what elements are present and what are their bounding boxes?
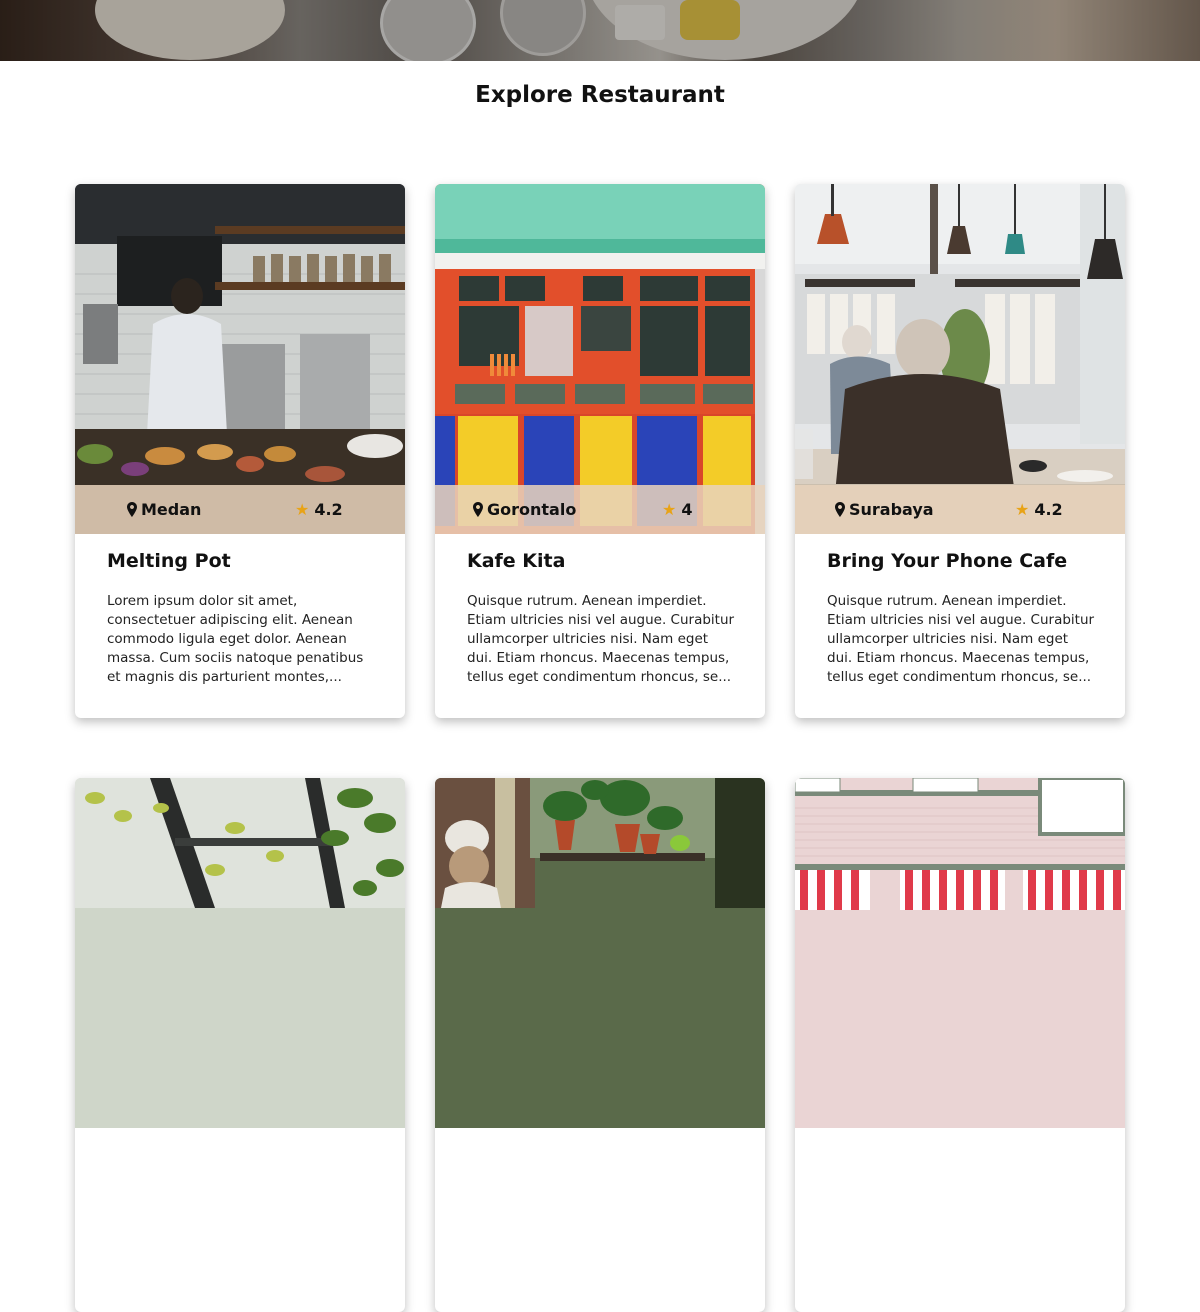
restaurant-city: Surabaya: [849, 500, 934, 519]
map-pin-icon: [835, 502, 845, 517]
restaurant-image[interactable]: [435, 778, 765, 1128]
restaurant-meta-bar: Surabaya ★ 4.2: [795, 485, 1125, 534]
restaurant-city: Medan: [141, 500, 202, 519]
restaurant-image[interactable]: [795, 778, 1125, 1128]
restaurant-location: Medan: [127, 500, 201, 519]
star-icon: ★: [1015, 500, 1030, 519]
restaurant-name[interactable]: Melting Pot: [107, 550, 231, 572]
rating-value: 4.2: [314, 500, 343, 519]
restaurant-name[interactable]: Kafe Kita: [467, 550, 565, 572]
rating-value: 4.2: [1034, 500, 1063, 519]
restaurant-meta-bar: Gorontalo ★ 4: [435, 485, 765, 534]
restaurant-card[interactable]: Surabaya ★ 4.2 Bring Your Phone Cafe Quis…: [795, 184, 1125, 718]
restaurant-image[interactable]: [435, 184, 765, 534]
restaurant-image[interactable]: [795, 184, 1125, 534]
restaurant-description: Lorem ipsum dolor sit amet, consectetuer…: [107, 593, 364, 685]
restaurant-card[interactable]: [435, 778, 765, 1312]
restaurant-city: Gorontalo: [487, 500, 577, 519]
map-pin-icon: [473, 502, 483, 517]
star-icon: ★: [662, 500, 677, 519]
rating-value: 4: [681, 500, 693, 519]
page-title: Explore Restaurant: [475, 82, 725, 108]
restaurant-image[interactable]: [75, 778, 405, 1128]
restaurant-location: Surabaya: [835, 500, 934, 519]
restaurant-description: Quisque rutrum. Aenean imperdiet. Etiam …: [467, 593, 735, 685]
hero-banner-image: [0, 0, 1200, 61]
restaurant-card[interactable]: [795, 778, 1125, 1312]
restaurant-name[interactable]: Bring Your Phone Cafe: [827, 550, 1067, 572]
restaurant-card[interactable]: Medan ★ 4.2 Melting Pot Lorem ipsum dolor…: [75, 184, 405, 718]
restaurant-card[interactable]: [75, 778, 405, 1312]
restaurant-rating: ★ 4.2: [295, 500, 343, 519]
restaurant-meta-bar: Medan ★ 4.2: [75, 485, 405, 534]
restaurant-description: Quisque rutrum. Aenean imperdiet. Etiam …: [827, 593, 1095, 685]
map-pin-icon: [127, 502, 137, 517]
star-icon: ★: [295, 500, 310, 519]
restaurant-card[interactable]: Gorontalo ★ 4 Kafe Kita Quisque rutrum. A…: [435, 184, 765, 718]
restaurant-location: Gorontalo: [473, 500, 576, 519]
restaurant-rating: ★ 4: [662, 500, 692, 519]
restaurant-rating: ★ 4.2: [1015, 500, 1063, 519]
restaurant-image[interactable]: [75, 184, 405, 534]
